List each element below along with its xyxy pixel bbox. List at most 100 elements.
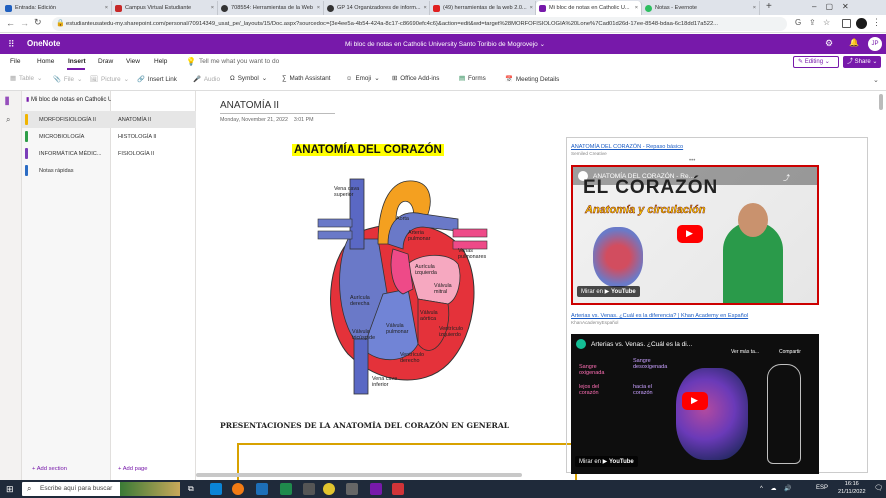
browser-tab[interactable]: Campus Virtual Estudiante × bbox=[112, 1, 218, 15]
subheading-presentaciones[interactable]: PRESENTACIONES DE LA ANATOMÍA DEL CORAZÓ… bbox=[220, 421, 509, 430]
symbol-button[interactable]: Ω Symbol ⌄ bbox=[230, 75, 267, 82]
office-addins-button[interactable]: ⊞ Office Add-ins bbox=[392, 75, 439, 82]
language-indicator[interactable]: ESP bbox=[816, 485, 828, 491]
insert-link-button[interactable]: 🔗 Insert Link bbox=[137, 75, 177, 84]
notifications-bell-icon[interactable]: 🔔 bbox=[849, 38, 859, 47]
heading-anatomia-corazon[interactable]: ANATOMÍA DEL CORAZÓN bbox=[292, 144, 444, 156]
math-assistant-button[interactable]: ∑ Math Assistant bbox=[282, 75, 330, 82]
section-item-microbiologia[interactable]: MICROBIOLOGÍA bbox=[22, 128, 111, 145]
system-tray-icons[interactable]: ^ ☁ 🔊 bbox=[760, 485, 795, 492]
powerpoint-icon[interactable] bbox=[392, 483, 404, 495]
forms-button[interactable]: ▤ Forms bbox=[459, 75, 486, 82]
share-button-video[interactable]: Compartir bbox=[779, 349, 801, 355]
close-tab-icon[interactable]: × bbox=[750, 5, 756, 11]
picture-button[interactable]: 🖼 Picture ⌄ bbox=[90, 75, 129, 84]
tab-draw[interactable]: Draw bbox=[98, 58, 113, 65]
drag-handle[interactable]: ••• bbox=[689, 158, 695, 164]
close-tab-icon[interactable]: × bbox=[421, 5, 427, 11]
browser-tab[interactable]: Entrada: Edición × bbox=[2, 1, 112, 15]
share-button[interactable]: ⤴ Share ⌄ bbox=[843, 56, 881, 68]
google-icon[interactable]: G bbox=[795, 18, 801, 27]
tab-insert[interactable]: Insert bbox=[68, 58, 86, 65]
onenote-taskbar-icon[interactable] bbox=[370, 483, 382, 495]
browser-tab[interactable]: 708554: Herramientas de la Web × bbox=[218, 1, 324, 15]
page-canvas[interactable]: ANATOMÍA II Monday, November 21, 2022 3:… bbox=[196, 91, 886, 480]
browser-tab[interactable]: (49) herramientas de la web 2.0... × bbox=[430, 1, 536, 15]
profile-avatar[interactable] bbox=[856, 18, 867, 29]
emoji-button[interactable]: ☺ Emoji ⌄ bbox=[346, 75, 379, 82]
video-link-2[interactable]: Arterias vs. Venas. ¿Cuál es la diferenc… bbox=[571, 313, 748, 319]
video-container[interactable]: ANATOMÍA DEL CORAZÓN - Repaso básico Sem… bbox=[566, 137, 868, 474]
meeting-details-button[interactable]: 📅 Meeting Details bbox=[505, 75, 559, 84]
search-icon[interactable]: ⌕ bbox=[6, 115, 10, 125]
tab-view[interactable]: View bbox=[126, 58, 140, 65]
firefox-icon[interactable] bbox=[232, 483, 244, 495]
youtube-player-2[interactable]: Arterias vs. Venas. ¿Cuál es la di... Ve… bbox=[571, 334, 819, 474]
watch-on-youtube-1[interactable]: Mirar en ▶ YouTube bbox=[577, 286, 640, 297]
url-input[interactable]: 🔒 estudianteusatedu-my.sharepoint.com/pe… bbox=[52, 17, 787, 31]
share-page-icon[interactable]: ⇪ bbox=[809, 18, 816, 27]
forward-icon[interactable]: → bbox=[20, 18, 29, 28]
youtube-player-1[interactable]: EL CORAZÓN ANATOMÍA DEL CORAZÓN - Re... … bbox=[571, 165, 819, 305]
add-page-button[interactable]: + Add page bbox=[118, 466, 148, 472]
chrome-icon[interactable] bbox=[323, 483, 335, 495]
audio-button[interactable]: 🎤 Audio bbox=[193, 75, 220, 84]
windows-start-icon[interactable]: ⊞ bbox=[6, 484, 14, 495]
excel-icon[interactable] bbox=[280, 483, 292, 495]
tab-help[interactable]: Help bbox=[154, 58, 167, 65]
window-controls[interactable]: –▢✕ bbox=[812, 2, 858, 11]
app-icon[interactable] bbox=[346, 483, 358, 495]
section-item-informatica-medica[interactable]: INFORMÁTICA MÉDIC... bbox=[22, 145, 111, 162]
play-button-2[interactable]: ▶ bbox=[682, 392, 708, 410]
watch-later-button[interactable]: Ver más ta... bbox=[731, 349, 759, 355]
label-valvula-pulmonar: Válvula pulmonar bbox=[386, 323, 409, 335]
tab-home[interactable]: Home bbox=[37, 58, 54, 65]
browser-tab[interactable]: GP 14 Organizadores de inform... × bbox=[324, 1, 430, 15]
notebooks-icon[interactable]: ⫼ bbox=[5, 96, 9, 107]
file-explorer-icon[interactable] bbox=[303, 483, 315, 495]
section-item-morfofisiologia[interactable]: MORFOFISIOLOGÍA II bbox=[22, 111, 111, 128]
table-button[interactable]: ▦ Table ⌄ bbox=[10, 75, 42, 82]
page-title[interactable]: ANATOMÍA II bbox=[220, 100, 279, 111]
file-button[interactable]: 📎 File ⌄ bbox=[53, 75, 82, 84]
app-name[interactable]: OneNote bbox=[27, 39, 60, 48]
close-tab-icon[interactable]: × bbox=[632, 5, 638, 11]
notifications-icon[interactable]: 🗨 bbox=[874, 484, 883, 492]
bookmark-star-icon[interactable]: ☆ bbox=[823, 18, 830, 27]
vertical-scrollbar-thumb[interactable] bbox=[879, 94, 883, 110]
add-section-button[interactable]: + Add section bbox=[32, 466, 67, 472]
new-tab-button[interactable]: + bbox=[766, 1, 772, 12]
video-link-1[interactable]: ANATOMÍA DEL CORAZÓN - Repaso básico bbox=[571, 144, 683, 150]
edge-icon[interactable] bbox=[210, 483, 222, 495]
collapse-ribbon-icon[interactable]: ⌄ bbox=[873, 76, 879, 84]
close-tab-icon[interactable]: × bbox=[314, 5, 320, 11]
word-icon[interactable] bbox=[256, 483, 268, 495]
browser-tab-active[interactable]: Mi bloc de notas en Catholic U... × bbox=[536, 1, 642, 15]
page-item-histologia[interactable]: HISTOLOGÍA II bbox=[111, 128, 196, 145]
tell-me-search[interactable]: Tell me what you want to do bbox=[199, 58, 279, 65]
watch-on-youtube-2[interactable]: Mirar en ▶ YouTube bbox=[575, 456, 638, 467]
menu-icon[interactable]: ⋮ bbox=[872, 17, 881, 28]
reload-icon[interactable]: ↻ bbox=[34, 17, 42, 28]
clock[interactable]: 16:16 21/11/2022 bbox=[838, 481, 866, 496]
task-view-icon[interactable]: ⧉ bbox=[188, 484, 194, 494]
sidepanel-icon[interactable] bbox=[842, 19, 851, 28]
share-icon[interactable]: ⤴ bbox=[783, 173, 790, 183]
tab-file[interactable]: File bbox=[10, 58, 20, 65]
section-item-notas-rapidas[interactable]: Notas rápidas bbox=[22, 162, 111, 179]
editing-mode-button[interactable]: ✎ Editing ⌄ bbox=[793, 56, 839, 68]
app-launcher-icon[interactable]: ⠿ bbox=[8, 39, 16, 50]
page-item-anatomia[interactable]: ANATOMÍA II bbox=[111, 111, 196, 128]
close-tab-icon[interactable]: × bbox=[208, 5, 214, 11]
close-tab-icon[interactable]: × bbox=[102, 5, 108, 11]
settings-gear-icon[interactable]: ⚙ bbox=[825, 38, 833, 49]
page-item-fisiologia[interactable]: FISIOLOGÍA II bbox=[111, 145, 196, 162]
user-avatar[interactable]: JP bbox=[868, 37, 882, 51]
back-icon[interactable]: ← bbox=[6, 18, 15, 28]
browser-tab[interactable]: Notas - Evernote × bbox=[642, 1, 760, 15]
close-tab-icon[interactable]: × bbox=[527, 5, 533, 11]
play-button-1[interactable]: ▶ bbox=[677, 225, 703, 243]
notebook-title[interactable]: Mi bloc de notas en Catholic University … bbox=[255, 40, 635, 48]
label-aorta: Aorta bbox=[396, 216, 409, 222]
horizontal-scrollbar-thumb[interactable] bbox=[196, 473, 522, 477]
